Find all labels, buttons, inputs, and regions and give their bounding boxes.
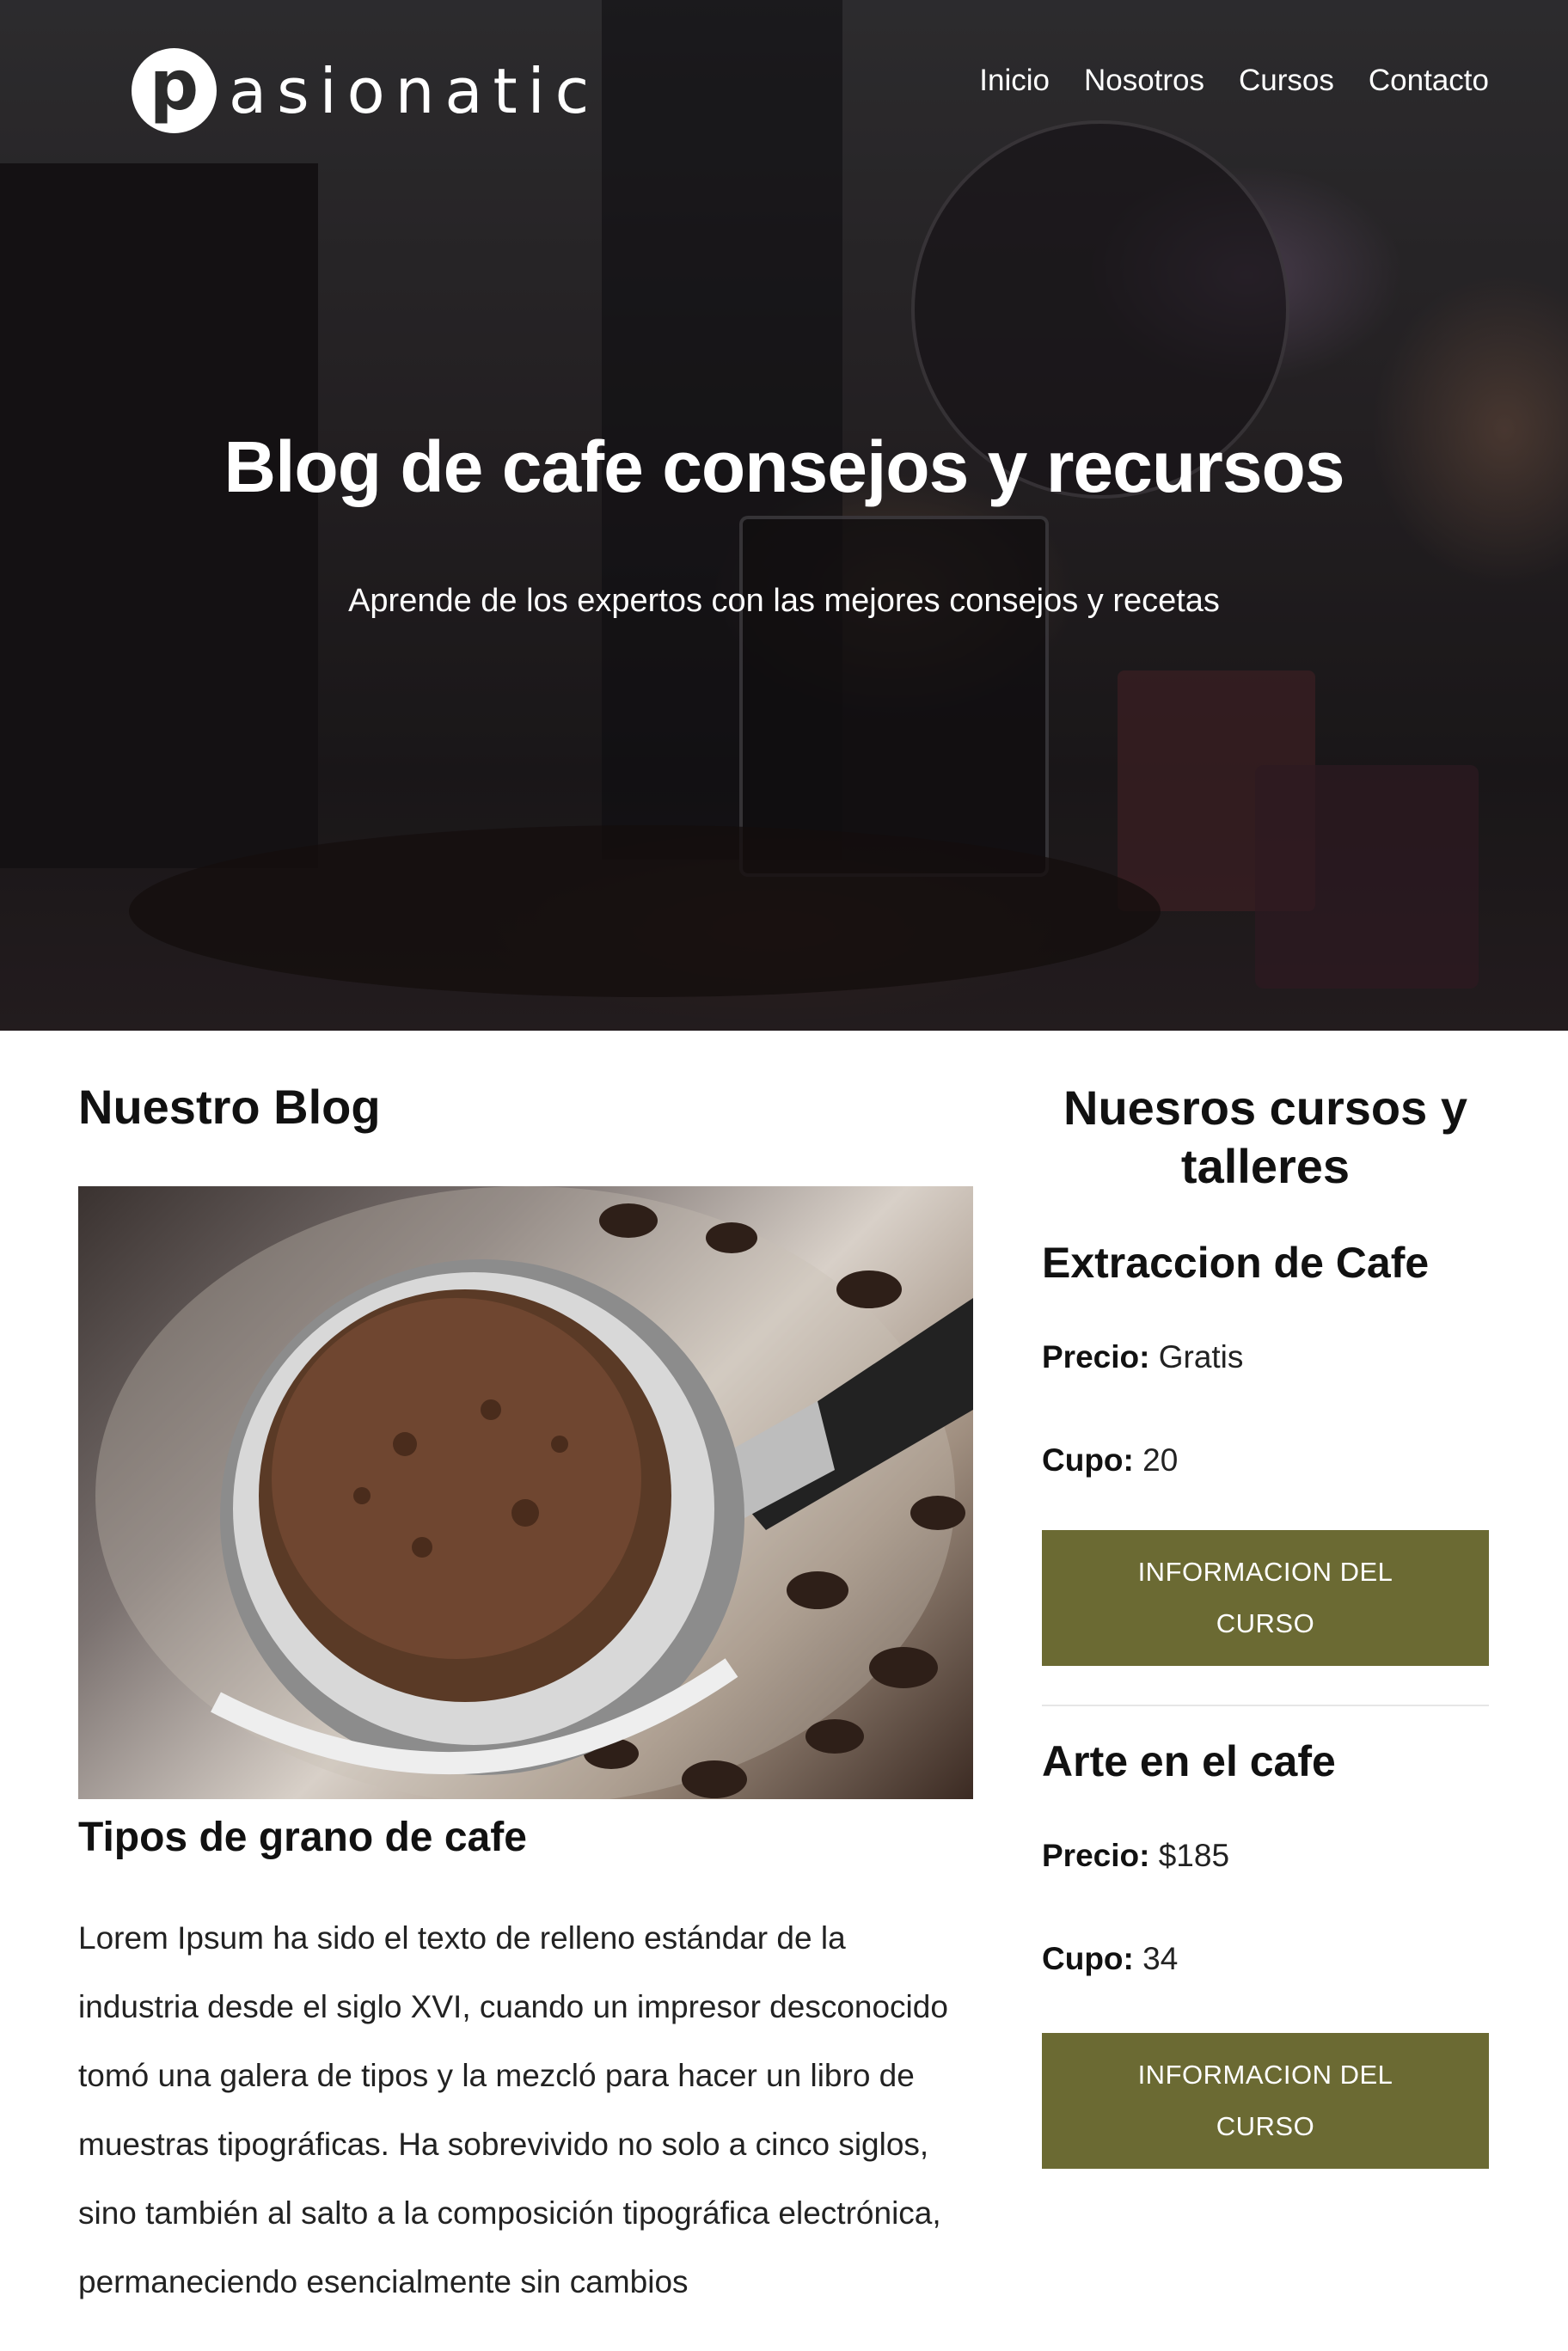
- course-price-label: Precio:: [1042, 1838, 1150, 1873]
- course-title: Extraccion de Cafe: [1042, 1239, 1430, 1287]
- course-info-button[interactable]: INFORMACION DEL CURSO: [1042, 2033, 1489, 2169]
- course-seats: Cupo: 20: [1042, 1442, 1178, 1479]
- portafilter-illustration: [95, 1186, 973, 1799]
- post-body: Lorem Ipsum ha sido el texto de relleno …: [78, 1920, 948, 2299]
- logo-mark: p: [132, 48, 217, 133]
- course-price-label: Precio:: [1042, 1339, 1150, 1374]
- logo-text: asionatic: [229, 54, 600, 127]
- hero-subtitle: Aprende de los expertos con las mejores …: [348, 583, 1220, 619]
- post-image[interactable]: [78, 1186, 973, 1799]
- site-logo[interactable]: p asionatic: [132, 48, 599, 133]
- main-nav: Inicio Nosotros Cursos Contacto: [979, 64, 1489, 98]
- course-price-value: $185: [1158, 1838, 1230, 1873]
- course-seats-value: 34: [1142, 1941, 1179, 1976]
- blog-heading: Nuestro Blog: [78, 1080, 381, 1134]
- post-title[interactable]: Tipos de grano de cafe: [78, 1814, 527, 1861]
- nav-item-inicio[interactable]: Inicio: [979, 64, 1050, 98]
- nav-item-cursos[interactable]: Cursos: [1239, 64, 1334, 98]
- sidebar-heading: Nuesros cursos y talleres: [1063, 1081, 1467, 1193]
- course-seats: Cupo: 34: [1042, 1941, 1178, 1977]
- course-seats-label: Cupo:: [1042, 1941, 1134, 1976]
- hero-overlay: [0, 0, 1568, 1031]
- nav-item-nosotros[interactable]: Nosotros: [1084, 64, 1204, 98]
- course-title: Arte en el cafe: [1042, 1737, 1336, 1785]
- course-card: Extraccion de Cafe Precio: Gratis Cupo: …: [1042, 1238, 1489, 1668]
- course-price-value: Gratis: [1158, 1339, 1244, 1374]
- course-divider: [1042, 1705, 1489, 1706]
- course-price: Precio: Gratis: [1042, 1339, 1243, 1375]
- hero-title: Blog de cafe consejos y recursos: [224, 426, 1344, 507]
- course-card: Arte en el cafe Precio: $185 Cupo: 34 IN…: [1042, 1736, 1489, 2169]
- course-price: Precio: $185: [1042, 1838, 1229, 1874]
- nav-item-contacto[interactable]: Contacto: [1369, 64, 1489, 98]
- hero-banner: p asionatic Inicio Nosotros Cursos Conta…: [0, 0, 1568, 1031]
- course-seats-value: 20: [1142, 1442, 1179, 1478]
- course-info-button[interactable]: INFORMACION DEL CURSO: [1042, 1530, 1489, 1666]
- course-seats-label: Cupo:: [1042, 1442, 1134, 1478]
